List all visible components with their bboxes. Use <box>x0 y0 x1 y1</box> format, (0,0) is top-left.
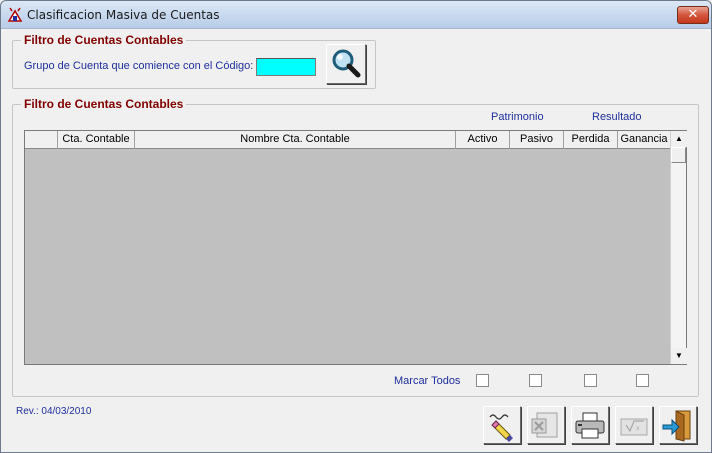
main-window: Clasificacion Masiva de Cuentas ✕ Filtro… <box>0 0 712 453</box>
printer-icon <box>575 412 605 439</box>
scroll-thumb[interactable] <box>671 147 686 163</box>
magnifier-icon <box>332 49 361 78</box>
grid-header: Cta. Contable Nombre Cta. Contable Activ… <box>25 131 670 149</box>
col-activo[interactable]: Activo <box>456 131 510 149</box>
scroll-down-arrow-icon[interactable]: ▼ <box>671 348 687 364</box>
exit-door-icon <box>662 410 691 442</box>
print-button[interactable] <box>571 406 609 444</box>
title-bar[interactable]: Clasificacion Masiva de Cuentas ✕ <box>1 1 711 29</box>
patrimonio-label: Patrimonio <box>491 111 544 123</box>
window-title: Clasificacion Masiva de Cuentas <box>27 8 220 22</box>
clear-eraser-icon <box>489 414 513 442</box>
mark-all-activo-checkbox[interactable] <box>476 374 489 387</box>
accounts-grid[interactable]: Cta. Contable Nombre Cta. Contable Activ… <box>24 130 687 365</box>
clear-button[interactable] <box>483 406 521 444</box>
col-nombre-cta[interactable]: Nombre Cta. Contable <box>135 131 456 149</box>
filter-code-group-title: Filtro de Cuentas Contables <box>21 33 187 47</box>
code-label: Grupo de Cuenta que comience con el Códi… <box>24 60 254 72</box>
accounts-group-title: Filtro de Cuentas Contables <box>21 97 187 111</box>
calculator-button[interactable]: x <box>615 406 653 444</box>
code-input[interactable] <box>256 58 316 76</box>
export-excel-button[interactable] <box>527 406 565 444</box>
col-ganancia[interactable]: Ganancia <box>618 131 670 149</box>
grid-vertical-scrollbar[interactable]: ▲ ▼ <box>670 131 687 364</box>
calculator-icon: x <box>620 418 648 436</box>
mark-all-label: Marcar Todos <box>394 375 461 387</box>
scroll-up-arrow-icon[interactable]: ▲ <box>671 131 687 147</box>
mark-all-perdida-checkbox[interactable] <box>584 374 597 387</box>
mark-all-pasivo-checkbox[interactable] <box>529 374 542 387</box>
col-selector[interactable] <box>25 131 58 149</box>
close-button[interactable]: ✕ <box>677 6 709 24</box>
col-cta-contable[interactable]: Cta. Contable <box>58 131 135 149</box>
exit-button[interactable] <box>659 406 697 444</box>
export-excel-icon <box>531 412 558 438</box>
col-perdida[interactable]: Perdida <box>564 131 618 149</box>
col-pasivo[interactable]: Pasivo <box>510 131 564 149</box>
app-icon <box>7 7 23 22</box>
search-button[interactable] <box>326 44 366 84</box>
resultado-label: Resultado <box>592 111 642 123</box>
svg-text:x: x <box>636 425 640 432</box>
revision-label: Rev.: 04/03/2010 <box>16 406 92 417</box>
mark-all-ganancia-checkbox[interactable] <box>636 374 649 387</box>
